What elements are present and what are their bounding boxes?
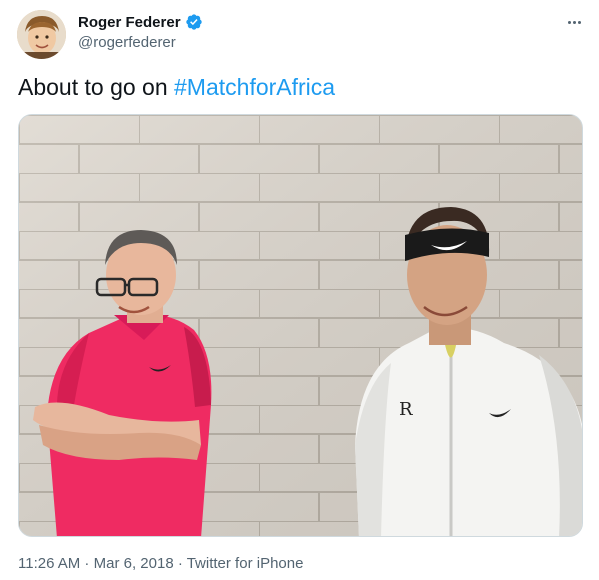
meta-separator-2: · xyxy=(173,555,187,572)
tweet-card: Roger Federer @rogerfederer About to go … xyxy=(0,0,599,580)
author-avatar[interactable] xyxy=(17,10,66,59)
tweet-text: About to go on #MatchforAfrica xyxy=(18,74,335,101)
photo-image: R xyxy=(19,115,582,536)
tweet-date[interactable]: Mar 6, 2018 xyxy=(94,555,174,572)
verified-badge-icon xyxy=(185,14,202,30)
hashtag-link[interactable]: #MatchforAfrica xyxy=(174,74,335,100)
author-name-row: Roger Federer xyxy=(78,13,203,31)
tweet-text-body: About to go on xyxy=(18,74,175,100)
author-display-name[interactable]: Roger Federer xyxy=(78,14,181,31)
author-handle[interactable]: @rogerfederer xyxy=(78,34,176,51)
tweet-meta: 11:26 AM · Mar 6, 2018 · Twitter for iPh… xyxy=(18,555,303,572)
svg-text:R: R xyxy=(399,399,413,420)
meta-separator: · xyxy=(80,555,94,572)
tweet-photo[interactable]: R xyxy=(18,114,583,537)
more-options-icon[interactable] xyxy=(562,13,586,31)
tweet-time[interactable]: 11:26 AM xyxy=(18,555,80,572)
avatar-image xyxy=(17,10,66,59)
tweet-source[interactable]: Twitter for iPhone xyxy=(187,555,304,572)
